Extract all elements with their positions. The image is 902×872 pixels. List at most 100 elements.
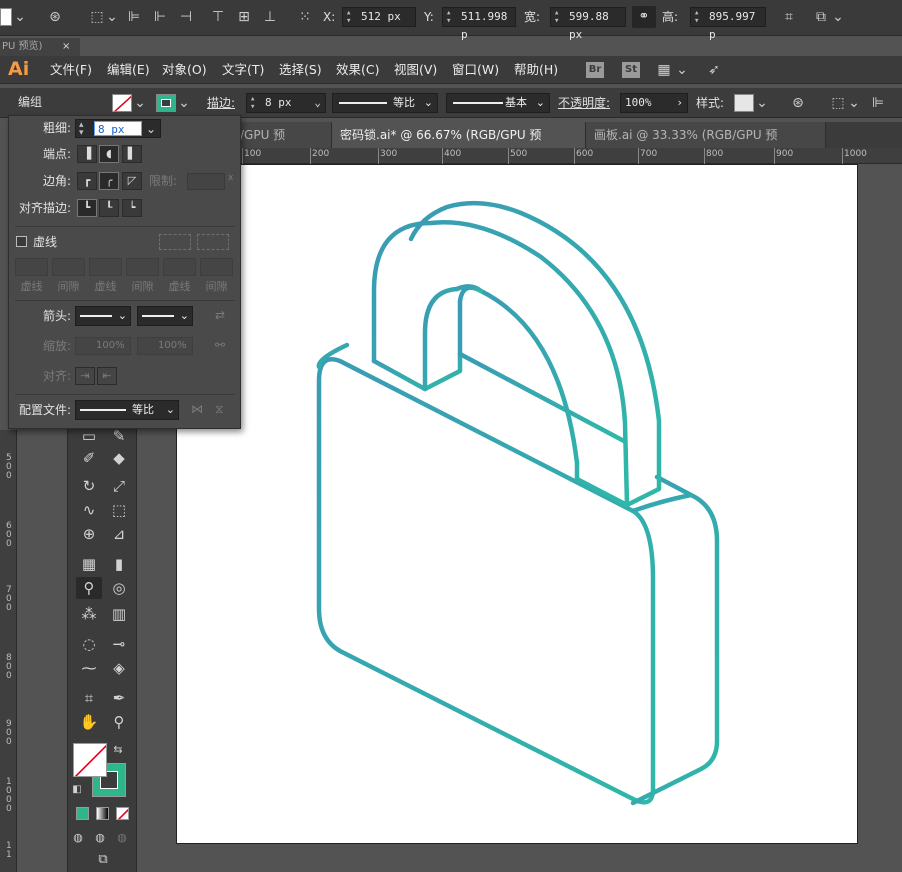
round-join-icon[interactable]: ╭ <box>99 172 119 190</box>
projecting-cap-icon[interactable]: ▌ <box>122 145 142 163</box>
butt-cap-icon[interactable]: ▐ <box>77 145 97 163</box>
previous-document-tab[interactable]: PU 预览) × <box>0 38 80 56</box>
align-outside-stroke-icon[interactable]: ┕ <box>122 199 142 217</box>
rotate-tool-icon[interactable]: ↻ <box>76 475 102 497</box>
align-center-stroke-icon[interactable]: ┗ <box>77 199 97 217</box>
shaper-tool-icon[interactable]: ✐ <box>76 447 102 469</box>
lock-artwork[interactable] <box>177 165 859 845</box>
align-top-icon[interactable]: ⊤ <box>208 8 228 26</box>
stroke-weight-input[interactable]: ▴ ▾ 8 px ⌄ <box>246 93 326 113</box>
y-input[interactable]: ▴ ▾ 511.998 p <box>442 7 516 41</box>
rocket-icon[interactable]: ➶ <box>704 61 724 79</box>
tab-lock-doc[interactable]: 密码锁.ai* @ 66.67% (RGB/GPU 预览)× <box>332 122 586 168</box>
stroke-color-swatch[interactable] <box>156 94 176 112</box>
artboard-tool-icon[interactable]: ◌ <box>76 633 102 655</box>
live-paint-tool-icon[interactable]: ◈ <box>106 657 132 679</box>
vertical-ruler[interactable]: 5 0 0 6 0 0 7 0 0 8 0 0 9 0 0 1 0 0 0 1 1 <box>0 430 17 872</box>
arrow-end-select[interactable]: ⌄ <box>137 306 193 326</box>
link-icon[interactable]: ⚭ <box>632 6 656 28</box>
gradient-mode-button[interactable] <box>96 807 109 820</box>
miter-join-icon[interactable]: ┏ <box>77 172 97 190</box>
eyedropper-tool-icon[interactable]: ⚲ <box>76 577 102 599</box>
draw-inside-icon[interactable]: ◍ <box>114 827 130 849</box>
chevron-down-icon[interactable]: ⌄ <box>848 94 860 112</box>
align-left-icon[interactable]: ⊫ <box>868 94 888 112</box>
lock-shackle-inner-edge[interactable] <box>454 284 484 294</box>
chevron-down-icon[interactable]: ⌄ <box>106 8 118 26</box>
arrow-start-select[interactable]: ⌄ <box>75 306 131 326</box>
chevron-down-icon[interactable]: ⌄ <box>756 94 768 112</box>
profile-select[interactable]: 等比 ⌄ <box>75 400 179 420</box>
transform-each-icon[interactable]: ⌗ <box>778 8 800 26</box>
eraser-tool-icon[interactable]: ◆ <box>106 447 132 469</box>
width-input[interactable]: ▴ ▾ 599.88 px <box>550 7 626 41</box>
chevron-down-icon[interactable]: ⌄ <box>180 307 189 325</box>
screen-mode-icon[interactable]: ⧉ <box>90 849 116 871</box>
menu-select[interactable]: 选择(S) <box>279 56 322 84</box>
symbol-sprayer-tool-icon[interactable]: ⁂ <box>76 603 102 625</box>
pen-tool-icon[interactable]: ✒ <box>106 687 132 709</box>
align-bottom-icon[interactable]: ⊥ <box>260 8 280 26</box>
horizontal-ruler[interactable]: 100 200 300 400 500 600 700 800 900 1000 <box>240 148 902 164</box>
menu-edit[interactable]: 编辑(E) <box>107 56 150 84</box>
chevron-down-icon[interactable]: ⌄ <box>146 120 156 138</box>
chevron-down-icon[interactable]: ⌄ <box>314 94 321 112</box>
recolor-icon[interactable]: ⊛ <box>788 94 808 112</box>
free-transform-tool-icon[interactable]: ⬚ <box>106 499 132 521</box>
chevron-down-icon[interactable]: ⌄ <box>178 94 190 112</box>
transform-icon[interactable]: ⬚ <box>828 94 848 112</box>
lock-shackle-outer[interactable] <box>371 220 630 508</box>
swap-fill-stroke-icon[interactable]: ⇆ <box>110 739 126 761</box>
menu-file[interactable]: 文件(F) <box>50 56 92 84</box>
recolor-icon[interactable]: ⊛ <box>44 8 66 26</box>
align-vcenter-icon[interactable]: ⊞ <box>234 8 254 26</box>
color-mode-button[interactable] <box>76 807 89 820</box>
close-icon[interactable]: × <box>62 38 70 56</box>
chevron-down-icon[interactable]: ⌄ <box>676 61 688 79</box>
round-cap-icon[interactable]: ◖ <box>99 145 119 163</box>
tab-previous-doc[interactable]: /GPU 预览)× <box>240 122 332 168</box>
draw-normal-icon[interactable]: ◍ <box>70 827 86 849</box>
chevron-down-icon[interactable]: ⌄ <box>134 94 146 112</box>
none-mode-button[interactable] <box>116 807 129 820</box>
graphic-style-swatch[interactable] <box>734 94 754 112</box>
lock-body-top-edge[interactable] <box>457 351 627 444</box>
menu-help[interactable]: 帮助(H) <box>514 56 558 84</box>
fill-color-box[interactable] <box>73 743 107 777</box>
align-inside-stroke-icon[interactable]: ┖ <box>99 199 119 217</box>
warp-tool-icon[interactable]: ∿ <box>76 499 102 521</box>
transform-icon[interactable]: ⬚ <box>86 8 108 26</box>
align-left-icon[interactable]: ⊫ <box>124 8 144 26</box>
chevron-down-icon[interactable]: ⌄ <box>832 8 844 26</box>
opacity-label[interactable]: 不透明度: <box>558 94 610 112</box>
stock-icon[interactable]: St <box>622 62 640 78</box>
zoom-tool-icon[interactable]: ⚲ <box>106 711 132 733</box>
menu-object[interactable]: 对象(O) <box>162 56 207 84</box>
column-graph-tool-icon[interactable]: ▥ <box>106 603 132 625</box>
bevel-join-icon[interactable]: ◸ <box>122 172 142 190</box>
weight-input[interactable]: ▴ ▾ 8 px ⌄ <box>75 119 161 138</box>
chevron-down-icon[interactable]: ⌄ <box>14 8 26 26</box>
menu-effect[interactable]: 效果(C) <box>336 56 379 84</box>
crop-tool-icon[interactable]: ⌗ <box>76 687 102 709</box>
default-colors-icon[interactable]: ◧ <box>70 779 84 801</box>
x-input[interactable]: ▴ ▾ 512 px <box>342 7 416 27</box>
menu-view[interactable]: 视图(V) <box>394 56 437 84</box>
fill-none-swatch[interactable] <box>112 94 132 112</box>
selection-swatch[interactable] <box>0 8 12 26</box>
opacity-input[interactable]: 100% › <box>620 93 688 113</box>
menu-window[interactable]: 窗口(W) <box>452 56 499 84</box>
lock-body-front[interactable] <box>316 357 656 805</box>
tab-artboard-doc[interactable]: 画板.ai @ 33.33% (RGB/GPU 预览)× <box>586 122 826 168</box>
slice-tool-icon[interactable]: ⊸ <box>106 633 132 655</box>
chevron-down-icon[interactable]: ⌄ <box>424 94 433 112</box>
reference-point-icon[interactable]: ⁙ <box>294 8 316 26</box>
mesh-tool-icon[interactable]: ▦ <box>76 553 102 575</box>
blend-tool-icon[interactable]: ◎ <box>106 577 132 599</box>
artboard[interactable] <box>176 164 858 844</box>
variable-width-profile-select[interactable]: 等比 ⌄ <box>332 93 438 113</box>
chevron-down-icon[interactable]: ⌄ <box>118 307 127 325</box>
chevron-right-icon[interactable]: › <box>676 94 683 112</box>
menu-type[interactable]: 文字(T) <box>222 56 264 84</box>
shape-builder-options-icon[interactable]: ⧉ <box>810 8 832 26</box>
